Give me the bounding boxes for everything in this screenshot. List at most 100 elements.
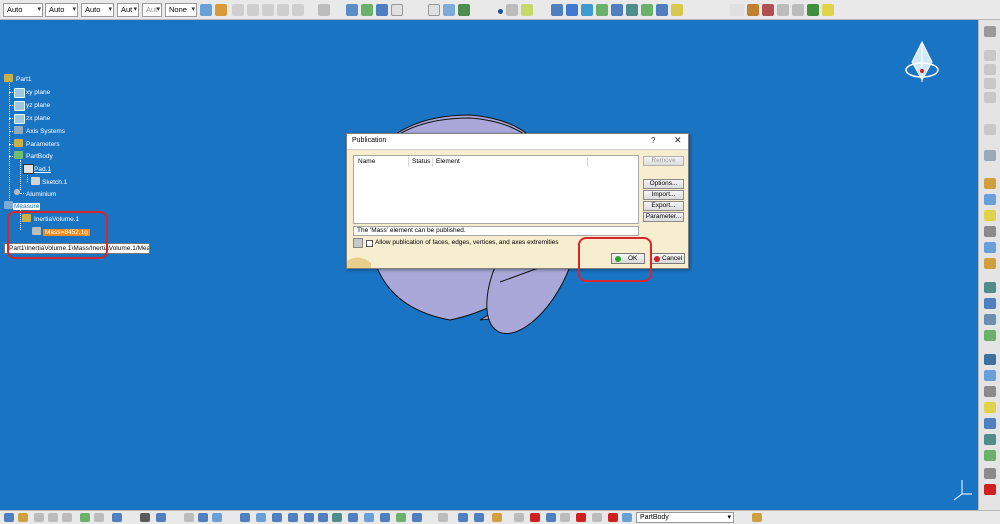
- toolbar-icon[interactable]: [438, 513, 448, 522]
- line-color-combo[interactable]: Auto ▾: [3, 3, 43, 17]
- iso-view-icon[interactable]: [348, 513, 358, 522]
- zoom-in-icon[interactable]: [304, 513, 314, 522]
- hide-show-icon[interactable]: [641, 4, 653, 16]
- undo-icon[interactable]: [80, 513, 90, 522]
- diagonal-line-icon[interactable]: [792, 4, 804, 16]
- toolbar-icon[interactable]: [984, 92, 996, 103]
- datum-icon[interactable]: [592, 513, 602, 522]
- thick-surface-icon[interactable]: [984, 434, 996, 445]
- copy-icon[interactable]: [48, 513, 58, 522]
- groove-tool-icon[interactable]: [984, 226, 996, 237]
- point-type-combo[interactable]: Aut ▾: [117, 3, 139, 17]
- tree-node-part1[interactable]: Part1: [16, 75, 32, 84]
- body-tool-icon[interactable]: [492, 513, 502, 522]
- fit-all-in-icon[interactable]: [256, 513, 266, 522]
- update-icon[interactable]: [292, 4, 304, 16]
- grid-icon[interactable]: [376, 4, 388, 16]
- redo-icon[interactable]: [94, 513, 104, 522]
- draft-analysis-icon[interactable]: [747, 4, 759, 16]
- constraint-icon[interactable]: [514, 513, 524, 522]
- column-header-name[interactable]: Name: [358, 158, 375, 165]
- toolbar-icon[interactable]: [984, 78, 996, 89]
- plane-icon[interactable]: [521, 4, 533, 16]
- define-in-work-object-icon[interactable]: [622, 513, 632, 522]
- help-button[interactable]: ?: [651, 136, 655, 145]
- chamfer-tool-icon[interactable]: [984, 298, 996, 309]
- toolbar-icon[interactable]: [984, 150, 996, 161]
- paintbrush-icon[interactable]: [200, 4, 212, 16]
- shading-icon[interactable]: [626, 4, 638, 16]
- toolbar-icon[interactable]: [984, 50, 996, 61]
- update-all-icon[interactable]: [458, 513, 468, 522]
- hole-tool-icon[interactable]: [984, 242, 996, 253]
- normal-view-icon[interactable]: [596, 4, 608, 16]
- close-button[interactable]: ✕: [674, 135, 682, 146]
- export-button[interactable]: Export...: [643, 201, 684, 211]
- tree-node-parameters[interactable]: Parameters: [26, 140, 60, 149]
- pan-icon[interactable]: [272, 513, 282, 522]
- publication-list[interactable]: Name Status Element: [353, 155, 639, 224]
- import-button[interactable]: Import...: [643, 190, 684, 200]
- parameter-button[interactable]: Parameter...: [643, 212, 684, 222]
- shell-tool-icon[interactable]: [984, 330, 996, 341]
- table-icon[interactable]: [212, 513, 222, 522]
- layer-combo[interactable]: None ▾: [165, 3, 197, 17]
- material-icon[interactable]: [671, 4, 683, 16]
- line-type-combo[interactable]: Auto ▾: [81, 3, 114, 17]
- compass-icon[interactable]: [905, 40, 939, 82]
- cut-icon[interactable]: [34, 513, 44, 522]
- boolean-tool-icon[interactable]: [984, 402, 996, 413]
- split-tool-icon[interactable]: [984, 418, 996, 429]
- arc-icon[interactable]: [807, 4, 819, 16]
- view-mode-icon[interactable]: [443, 4, 455, 16]
- measure-inertia-icon[interactable]: [361, 4, 373, 16]
- zoom-icon[interactable]: [581, 4, 593, 16]
- analysis-icon[interactable]: [530, 513, 540, 522]
- curvature-icon[interactable]: [762, 4, 774, 16]
- tree-node-axis-systems[interactable]: Axis Systems: [26, 127, 65, 136]
- shading-icon[interactable]: [364, 513, 374, 522]
- reorder-icon[interactable]: [474, 513, 484, 522]
- comment-icon[interactable]: [156, 513, 166, 522]
- rotate-icon[interactable]: [551, 4, 563, 16]
- options-button[interactable]: Options...: [643, 179, 684, 189]
- swap-visible-icon[interactable]: [458, 4, 470, 16]
- pad-tool-icon[interactable]: [984, 178, 996, 189]
- remove-button[interactable]: Remove: [643, 156, 684, 166]
- cursor-icon[interactable]: [984, 124, 996, 135]
- copy-format-icon[interactable]: [215, 4, 227, 16]
- draft-tool-icon[interactable]: [984, 314, 996, 325]
- settings-icon[interactable]: [984, 26, 996, 37]
- new-icon[interactable]: [4, 513, 14, 522]
- body-combo[interactable]: PartBody ▾: [636, 512, 734, 523]
- tree-node-xy-plane[interactable]: xy plane: [26, 88, 50, 97]
- point-icon[interactable]: [498, 9, 503, 14]
- wizard-icon[interactable]: [822, 4, 834, 16]
- annotation-icon[interactable]: [546, 513, 556, 522]
- iso-view-icon[interactable]: [611, 4, 623, 16]
- fly-mode-icon[interactable]: [240, 513, 250, 522]
- hide-show-icon[interactable]: [380, 513, 390, 522]
- rotate-icon[interactable]: [288, 513, 298, 522]
- tree-node-zx-plane[interactable]: zx plane: [26, 114, 50, 123]
- normal-view-icon[interactable]: [332, 513, 342, 522]
- transparency-combo[interactable]: Aut ▾: [142, 3, 162, 17]
- fit-all-icon[interactable]: [391, 4, 403, 16]
- allow-publication-checkbox[interactable]: [366, 240, 373, 247]
- formula-icon[interactable]: [140, 513, 150, 522]
- close-surface-icon[interactable]: [984, 450, 996, 461]
- redo-with-history-icon[interactable]: [277, 4, 289, 16]
- tree-node-partbody[interactable]: PartBody: [26, 152, 53, 161]
- column-header-status[interactable]: Status: [412, 158, 430, 165]
- vics-icon[interactable]: [730, 4, 744, 16]
- swap-space-icon[interactable]: [396, 513, 406, 522]
- dot-icon[interactable]: [777, 4, 789, 16]
- whats-this-icon[interactable]: [112, 513, 122, 522]
- zoom-out-icon[interactable]: [318, 513, 328, 522]
- pan-icon[interactable]: [566, 4, 578, 16]
- scale-tool-icon[interactable]: [984, 386, 996, 397]
- column-header-element[interactable]: Element: [436, 158, 460, 165]
- cancel-button[interactable]: Cancel: [650, 253, 685, 264]
- pocket-tool-icon[interactable]: [984, 194, 996, 205]
- paint-icon[interactable]: [752, 513, 762, 522]
